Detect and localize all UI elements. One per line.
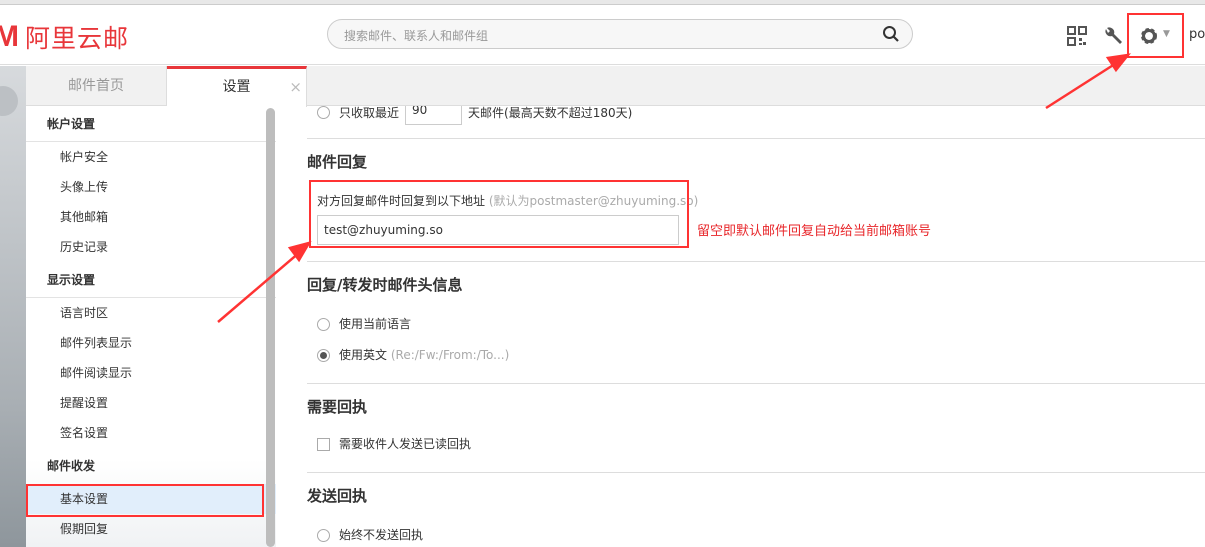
annotation-arrows — [217, 53, 1131, 323]
arrow-to-settings-icon — [1045, 53, 1131, 110]
arrow-to-reply-field — [217, 241, 312, 323]
